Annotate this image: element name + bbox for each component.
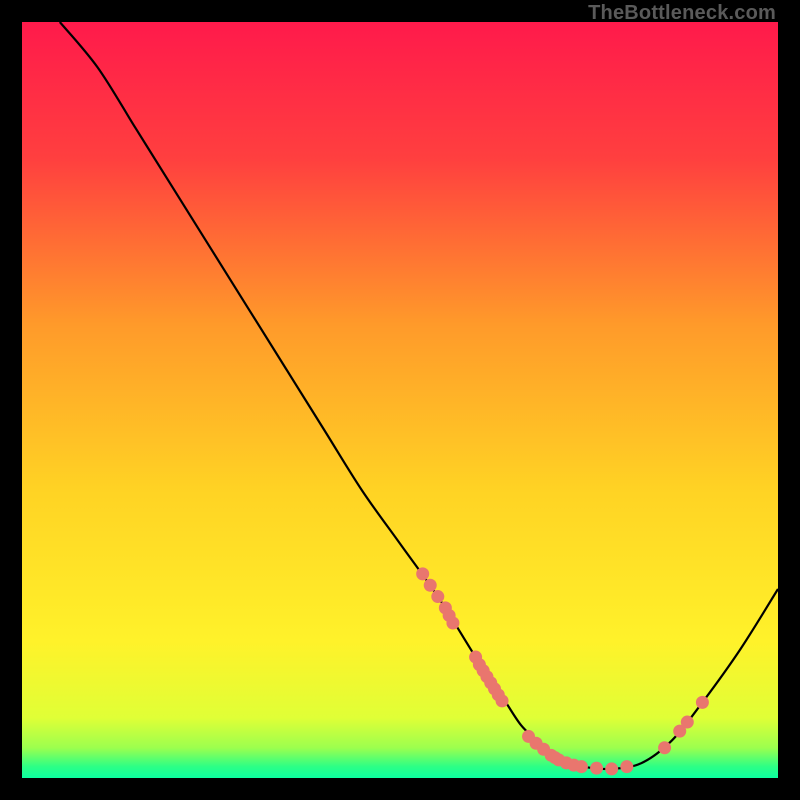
chart-frame <box>22 22 778 778</box>
data-point <box>620 760 633 773</box>
gradient-background <box>22 22 778 778</box>
data-point <box>605 762 618 775</box>
data-point <box>590 762 603 775</box>
data-point <box>681 716 694 729</box>
data-point <box>416 567 429 580</box>
data-point <box>496 694 509 707</box>
data-point <box>696 696 709 709</box>
data-point <box>575 760 588 773</box>
data-point <box>431 590 444 603</box>
data-point <box>446 617 459 630</box>
bottleneck-chart <box>22 22 778 778</box>
data-point <box>658 741 671 754</box>
data-point <box>424 579 437 592</box>
